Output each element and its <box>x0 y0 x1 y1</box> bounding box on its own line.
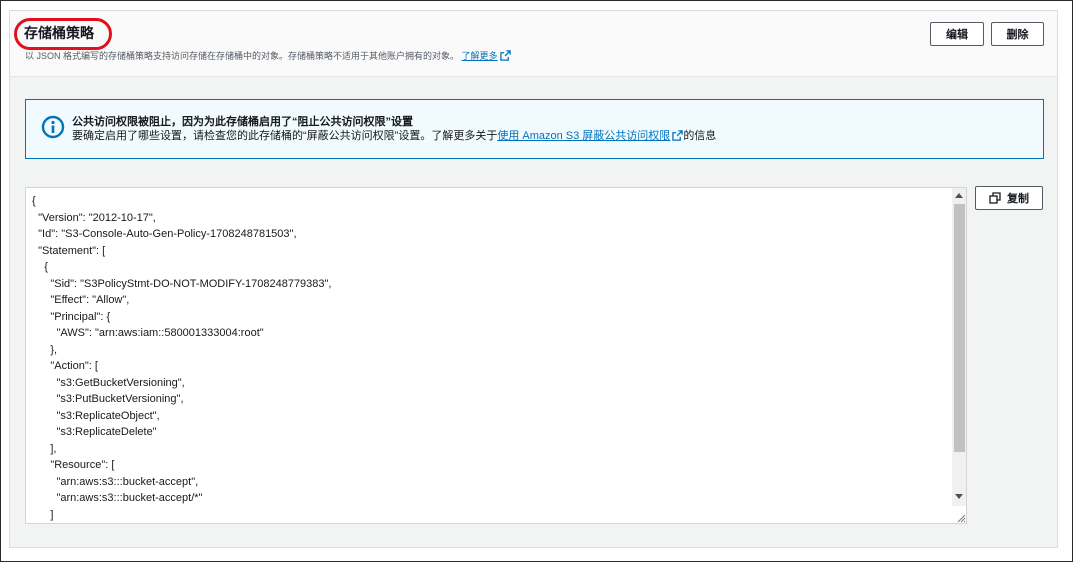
info-icon <box>41 115 65 139</box>
scroll-up-arrow-icon[interactable] <box>955 193 963 198</box>
learn-more-link[interactable]: 了解更多 <box>461 50 511 61</box>
copy-button[interactable]: 复制 <box>975 186 1043 210</box>
alert-title: 公共访问权限被阻止，因为为此存储桶启用了“阻止公共访问权限”设置 <box>72 116 413 128</box>
external-link-icon <box>499 50 511 61</box>
edit-button[interactable]: 编辑 <box>930 22 984 46</box>
delete-button[interactable]: 删除 <box>991 22 1044 46</box>
alert-body-suffix: 的信息 <box>683 130 717 142</box>
scroll-down-arrow-icon[interactable] <box>955 494 963 499</box>
resize-handle-icon[interactable] <box>956 513 966 523</box>
external-link-icon <box>672 130 684 141</box>
policy-json-text[interactable]: { "Version": "2012-10-17", "Id": "S3-Con… <box>32 193 332 523</box>
page-title: 存储桶策略 <box>24 25 94 41</box>
block-public-access-link[interactable]: 使用 Amazon S3 屏蔽公共访问权限 <box>497 130 684 142</box>
scrollbar-thumb[interactable] <box>954 204 965 452</box>
learn-more-label: 了解更多 <box>461 51 498 61</box>
description-text: 以 JSON 格式编写的存储桶策略支持访问存储在存储桶中的对象。存储桶策略不适用… <box>25 51 460 61</box>
info-alert: 公共访问权限被阻止，因为为此存储桶启用了“阻止公共访问权限”设置 要确定启用了哪… <box>25 99 1044 159</box>
copy-icon <box>989 192 1001 204</box>
panel-header: 存储桶策略 以 JSON 格式编写的存储桶策略支持访问存储在存储桶中的对象。存储… <box>10 11 1057 77</box>
panel-description: 以 JSON 格式编写的存储桶策略支持访问存储在存储桶中的对象。存储桶策略不适用… <box>25 50 511 62</box>
editor-scrollbar[interactable] <box>952 188 966 506</box>
alert-body-prefix: 要确定启用了哪些设置，请检查您的此存储桶的“屏蔽公共访问权限”设置。了解更多关于 <box>72 130 498 142</box>
block-public-access-link-label: 使用 Amazon S3 屏蔽公共访问权限 <box>497 130 671 142</box>
copy-button-label: 复制 <box>1007 193 1029 205</box>
alert-body: 要确定启用了哪些设置，请检查您的此存储桶的“屏蔽公共访问权限”设置。了解更多关于… <box>72 129 716 144</box>
policy-json-editor[interactable]: { "Version": "2012-10-17", "Id": "S3-Con… <box>25 187 967 524</box>
bucket-policy-panel: 存储桶策略 以 JSON 格式编写的存储桶策略支持访问存储在存储桶中的对象。存储… <box>9 10 1058 548</box>
